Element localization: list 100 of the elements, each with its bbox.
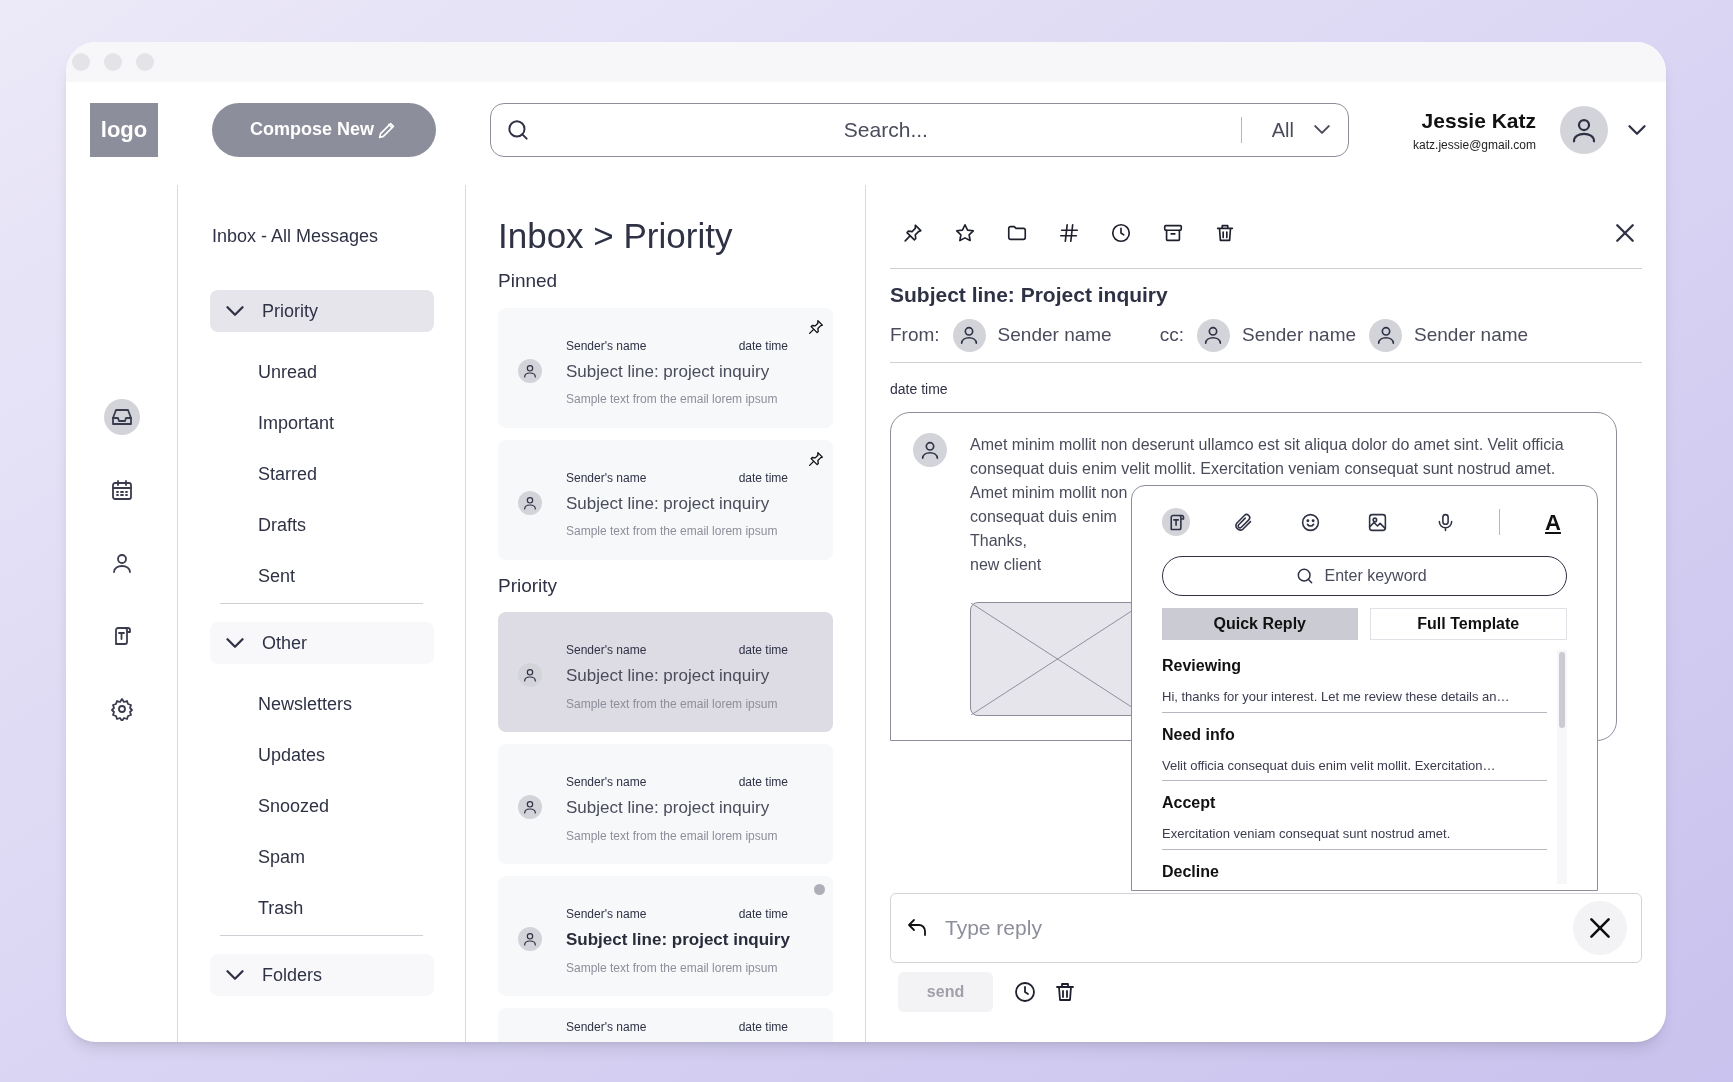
user-email: katz.jessie@gmail.com [1413, 137, 1536, 155]
nav-item[interactable]: Trash [258, 897, 304, 919]
body-text: Thanks, [970, 530, 1027, 551]
search-input[interactable]: Search... [571, 113, 1201, 146]
filter-dropdown[interactable]: All [1271, 114, 1330, 145]
keyword-input[interactable]: Enter keyword [1324, 564, 1435, 588]
section-title: Pinned [498, 269, 559, 293]
chevron-icon [226, 638, 244, 648]
template-title: Reviewing [1162, 656, 1243, 676]
clock-icon[interactable] [1110, 221, 1132, 244]
nav-title: Inbox - All Messages [211, 225, 380, 248]
chevron-icon [226, 306, 244, 316]
subject-line: Subject line: project inquiry [566, 797, 771, 819]
inbox-nav-button[interactable] [103, 399, 140, 435]
subject-line: Subject line: project inquiry [566, 665, 771, 687]
scrollbar[interactable] [1557, 650, 1567, 884]
avatar-icon [518, 490, 542, 515]
sender-name: Sender's name [566, 642, 647, 659]
text-format-button[interactable]: A [1538, 505, 1567, 539]
template-tab[interactable]: Full Template [1369, 608, 1567, 640]
from-label: From: [890, 322, 940, 347]
date-time: date time [738, 774, 788, 791]
avatar-icon [1369, 318, 1403, 352]
body-text: new client [970, 554, 1042, 575]
subject-line: Subject line: project inquiry [566, 360, 771, 383]
date-time: date time [738, 1019, 788, 1036]
avatar-icon [518, 663, 542, 687]
avatar-icon [952, 318, 986, 352]
calendar-icon [109, 478, 134, 502]
date-time: date time [738, 906, 788, 923]
avatar-icon [518, 927, 542, 951]
sender-name: Sender's name [566, 1019, 647, 1036]
template-tab[interactable]: Quick Reply [1162, 608, 1358, 640]
sender-name: Sender name [997, 322, 1112, 347]
avatar-icon [913, 432, 947, 467]
template-title: Accept [1162, 793, 1217, 813]
subject-line: Subject line: project inquiry [566, 929, 788, 951]
date-time: date time [738, 337, 788, 355]
message-card[interactable]: Sender's name date time Subject line: project inquiry Sample text from the email lorem ipsum [498, 307, 833, 428]
preview-text: Sample text from the email lorem ipsum [566, 959, 779, 977]
page-title: Inbox > Priority [498, 215, 734, 257]
message-card[interactable]: Sender's name date time Subject line: project inquiry Sample text from the email lorem ipsum [498, 612, 833, 732]
nav-item[interactable]: Starred [258, 463, 318, 485]
sender-name: Sender name [1414, 322, 1529, 347]
close-icon [1590, 917, 1610, 938]
reply-field[interactable]: Type reply [890, 892, 1642, 963]
sender-name: Sender name [1241, 322, 1357, 347]
user-name: Jessie Katz [1421, 107, 1536, 134]
date-time: date time [890, 379, 949, 399]
preview-text: Sample text from the email lorem ipsum [566, 827, 779, 845]
preview-text: Sample text from the email lorem ipsum [566, 391, 779, 408]
body-text: Amet minim mollit non deserunt ullamco est sit aliqua dolor do amet sint. Velit officia consequat duis enim velit mollit. Exercitation veniam consequat sunt nostrud amet. [970, 434, 1565, 479]
image-icon [1367, 511, 1389, 533]
template-preview[interactable]: Exercitation veniam consequat sunt nostrud amet. [1162, 824, 1547, 850]
message-card[interactable]: Sender's name date time Subject line: project inquiry Sample text from the email lorem ipsum [498, 876, 833, 996]
nav-item[interactable]: Unread [258, 361, 318, 383]
message-card[interactable]: Sender's name date time Subject line: project inquiry Sample text from the email lorem ipsum [498, 744, 833, 864]
sender-name: Sender's name [566, 469, 647, 487]
nav-item[interactable]: Spam [258, 846, 306, 868]
sender-name: Sender's name [566, 774, 647, 791]
pin-icon[interactable] [902, 221, 924, 244]
search-field[interactable]: Search... All [490, 102, 1349, 157]
nav-item[interactable]: Sent [258, 565, 296, 587]
message-card[interactable]: Sender's name date time Subject line: project inquiry Sample text from the email lorem ipsum [498, 439, 833, 560]
nav-item[interactable]: Drafts [258, 514, 306, 536]
preview-text: Sample text from the email lorem ipsum [566, 523, 779, 540]
chevron-icon[interactable] [1628, 124, 1646, 135]
nav-item[interactable]: Updates [258, 744, 326, 766]
sender-name: Sender's name [566, 906, 647, 923]
message-card[interactable]: Sender's name date time [498, 1008, 833, 1042]
chevron-icon [1314, 125, 1330, 134]
nav-group[interactable]: Other [210, 622, 434, 664]
scroll-button[interactable] [1162, 508, 1190, 536]
paperclip-icon [1232, 511, 1254, 533]
star-icon[interactable] [954, 221, 976, 244]
nav-group[interactable]: Folders [210, 954, 434, 996]
template-title: Decline [1162, 861, 1220, 882]
nav-group[interactable]: Priority [210, 290, 434, 332]
nav-item[interactable]: Important [258, 412, 335, 434]
template-preview[interactable]: Velit officia consequat duis enim velit mollit. Exercitation… [1162, 755, 1547, 781]
smiley-icon [1300, 511, 1322, 533]
template-title: Need info [1162, 724, 1236, 745]
avatar-icon [518, 358, 542, 383]
section-title: Priority [498, 573, 559, 598]
nav-item[interactable]: Snoozed [258, 795, 330, 817]
subject-line: Subject line: project inquiry [566, 492, 771, 515]
scrollbar-thumb[interactable] [1559, 652, 1565, 728]
nav-item[interactable]: Newsletters [258, 693, 353, 715]
date-time: date time [738, 642, 788, 659]
sender-name: Sender's name [566, 337, 647, 355]
preview-text: Sample text from the email lorem ipsum [566, 695, 779, 713]
reply-input[interactable]: Type reply [945, 911, 1573, 944]
template-preview[interactable]: Hi, thanks for your interest. Let me review these details an… [1162, 687, 1547, 713]
hash-icon[interactable] [1058, 221, 1080, 244]
email-subject: Subject line: Project inquiry [890, 282, 1169, 308]
close-icon[interactable] [1616, 223, 1634, 242]
avatar-icon [1196, 318, 1230, 352]
clock-icon[interactable] [1013, 979, 1037, 1004]
body-text: Amet minim mollit non [970, 482, 1128, 503]
cc-label: cc: [1159, 322, 1184, 347]
